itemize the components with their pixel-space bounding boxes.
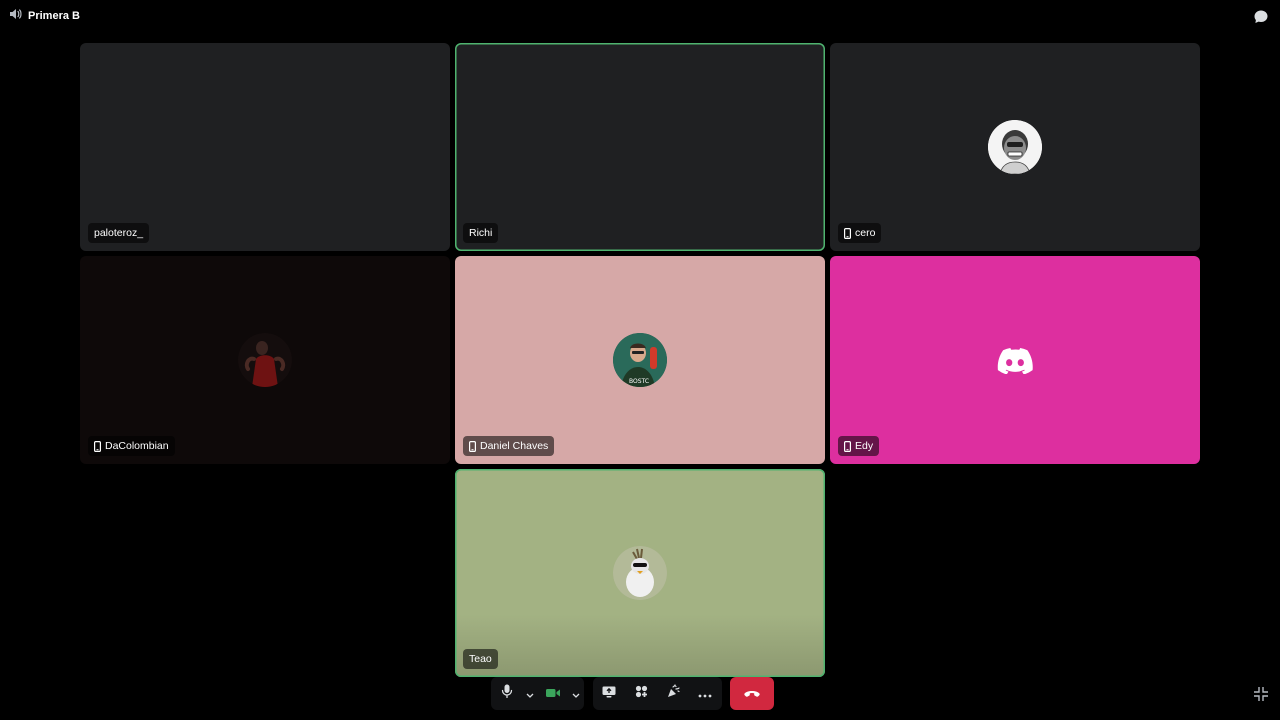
participant-name: Richi [469, 227, 493, 239]
participant-name: paloteroz_ [94, 227, 144, 239]
participant-name-tag: Daniel Chaves [463, 436, 555, 456]
activities-button[interactable] [625, 677, 657, 710]
avatar [238, 333, 292, 387]
participant-name: Edy [855, 440, 874, 452]
participant-tile-edy[interactable]: Edy [830, 256, 1200, 464]
participant-tile-daniel-chaves[interactable]: BOSTC Daniel Chaves [455, 256, 825, 464]
top-bar: Primera B [0, 0, 1280, 32]
mic-options-button[interactable] [523, 677, 537, 710]
audio-video-controls [491, 677, 584, 710]
channel-header: Primera B [9, 9, 80, 23]
screen-share-icon [602, 685, 616, 703]
share-screen-button[interactable] [593, 677, 625, 710]
participant-name-tag: DaColombian [88, 436, 175, 456]
participant-name-tag: paloteroz_ [88, 223, 150, 243]
microphone-icon [501, 684, 513, 703]
svg-text:BOSTC: BOSTC [629, 378, 649, 385]
participant-tile-teao[interactable]: Teao [455, 469, 825, 677]
disconnect-button[interactable] [730, 677, 774, 710]
chevron-down-icon [526, 685, 534, 703]
participant-name-tag: cero [838, 223, 882, 243]
mobile-icon [844, 227, 851, 239]
channel-name: Primera B [28, 10, 80, 22]
more-options-button[interactable] [689, 677, 721, 710]
discord-logo-icon [997, 348, 1033, 375]
mobile-icon [94, 440, 101, 452]
call-actions-controls [593, 677, 722, 710]
participant-tile-dacolombian[interactable]: DaColombian [80, 256, 450, 464]
participant-name: Daniel Chaves [480, 440, 549, 452]
chevron-down-icon [572, 685, 580, 703]
exit-fullscreen-icon [1253, 687, 1269, 706]
participant-tile-cero[interactable]: cero [830, 43, 1200, 251]
camera-button[interactable] [537, 677, 569, 710]
avatar [613, 546, 667, 600]
camera-options-button[interactable] [569, 677, 583, 710]
mute-button[interactable] [491, 677, 523, 710]
participant-tile-richi[interactable]: Richi [455, 43, 825, 251]
soundboard-button[interactable] [657, 677, 689, 710]
avatar: BOSTC [613, 333, 667, 387]
speaker-icon [9, 7, 22, 25]
mobile-icon [469, 440, 476, 452]
video-camera-icon [546, 685, 560, 703]
participant-name: cero [855, 227, 876, 239]
participant-tile-paloteroz[interactable]: paloteroz_ [80, 43, 450, 251]
more-icon [698, 685, 712, 703]
chat-icon[interactable] [1252, 8, 1270, 26]
avatar [988, 120, 1042, 174]
mobile-icon [844, 440, 851, 452]
participant-name-tag: Richi [463, 223, 499, 243]
activities-icon [635, 685, 648, 703]
exit-fullscreen-button[interactable] [1253, 686, 1269, 702]
participant-name-tag: Edy [838, 436, 880, 456]
participant-name: Teao [469, 653, 492, 665]
phone-hangup-icon [744, 685, 760, 703]
soundboard-icon [666, 684, 680, 703]
participant-name: DaColombian [105, 440, 169, 452]
participant-name-tag: Teao [463, 649, 498, 669]
